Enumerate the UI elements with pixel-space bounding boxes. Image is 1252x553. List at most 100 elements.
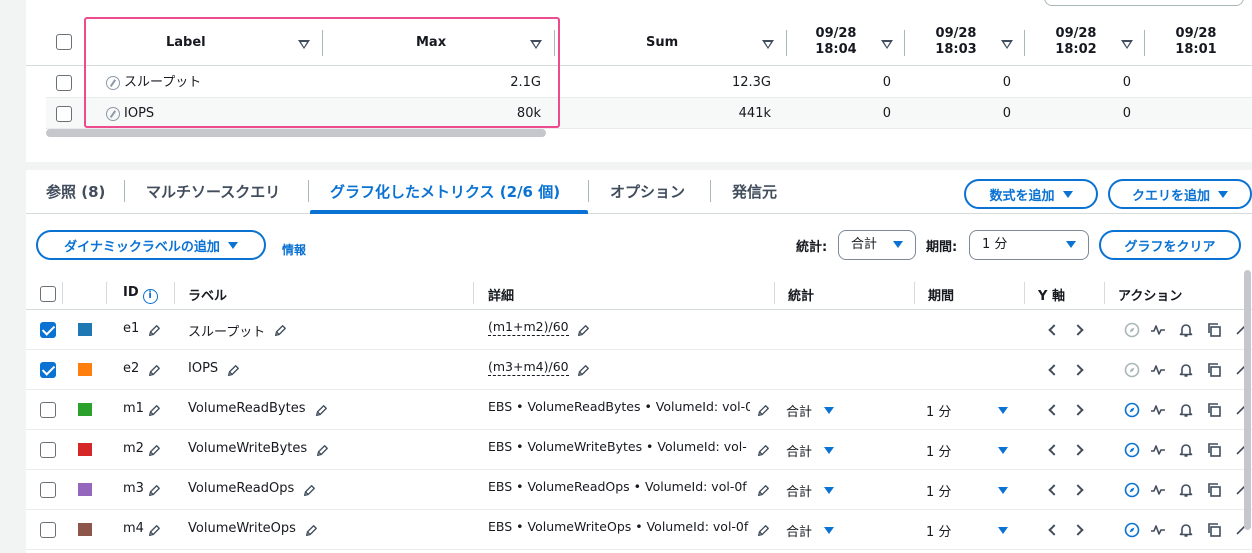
edit-details-icon[interactable] [756,403,770,417]
bell-icon[interactable] [1178,402,1194,418]
metric-period[interactable]: 1 分 [926,481,951,500]
row-checkbox[interactable] [56,75,72,91]
row-checkbox[interactable] [56,106,72,122]
header-date-col-2[interactable]: 09/28 18:03 [926,26,986,58]
edit-label-icon[interactable] [315,443,329,457]
top-button[interactable] [1044,0,1244,6]
sort-date-1-icon[interactable] [881,40,893,49]
stat-select[interactable]: 合計 [838,230,916,260]
edit-details-icon[interactable] [576,323,590,337]
header-date-col-1[interactable]: 09/28 18:04 [806,26,866,58]
edit-id-icon[interactable] [147,483,161,497]
anomaly-detection-icon[interactable] [1150,362,1166,378]
anomaly-detection-icon[interactable] [1150,522,1166,538]
copy-icon[interactable] [1206,442,1222,458]
edit-id-icon[interactable] [147,403,161,417]
metric-details[interactable]: (m3+m4)/60 [488,359,569,376]
column-divider[interactable] [786,30,787,56]
anomaly-detection-icon[interactable] [1150,442,1166,458]
metric-stat[interactable]: 合計 [786,481,812,500]
color-swatch[interactable] [78,483,92,496]
color-swatch[interactable] [78,403,92,416]
color-swatch[interactable] [78,443,92,456]
move-right-axis-icon[interactable] [1072,524,1084,536]
edit-id-icon[interactable] [147,443,161,457]
metric-period[interactable]: 1 分 [926,441,951,460]
copy-icon[interactable] [1206,322,1222,338]
move-left-axis-icon[interactable] [1048,484,1060,496]
copy-icon[interactable] [1206,482,1222,498]
sort-date-3-icon[interactable] [1121,40,1133,49]
edit-label-icon[interactable] [273,323,287,337]
dynamic-label-button[interactable]: ダイナミックラベルの追加 [36,230,266,260]
bell-icon[interactable] [1178,362,1194,378]
edit-id-icon[interactable] [147,323,161,337]
compass-icon[interactable] [1124,362,1140,378]
column-divider[interactable] [904,30,905,56]
compass-icon[interactable] [1124,522,1140,538]
metric-checkbox[interactable] [40,402,56,418]
sort-date-2-icon[interactable] [1001,40,1013,49]
metric-checkbox[interactable] [40,362,56,378]
bell-icon[interactable] [1178,482,1194,498]
add-formula-button[interactable]: 数式を追加 [964,179,1098,209]
period-caret-icon[interactable] [998,447,1008,454]
metric-checkbox[interactable] [40,482,56,498]
move-right-axis-icon[interactable] [1072,324,1084,336]
select-all-metrics-checkbox[interactable] [40,286,56,302]
metric-checkbox[interactable] [40,442,56,458]
vertical-scrollbar[interactable] [1244,270,1251,530]
column-divider[interactable] [1024,30,1025,56]
move-left-axis-icon[interactable] [1048,404,1060,416]
edit-id-icon[interactable] [147,363,161,377]
anomaly-detection-icon[interactable] [1150,322,1166,338]
metric-checkbox[interactable] [40,322,56,338]
info-link[interactable]: 情報 [282,241,306,258]
bell-icon[interactable] [1178,522,1194,538]
period-caret-icon[interactable] [998,487,1008,494]
move-right-axis-icon[interactable] [1072,484,1084,496]
header-date-col-4[interactable]: 09/28 18:01 [1166,26,1226,58]
metric-stat[interactable]: 合計 [786,441,812,460]
select-all-checkbox[interactable] [56,34,72,50]
anomaly-detection-icon[interactable] [1150,402,1166,418]
stat-caret-icon[interactable] [824,447,834,454]
column-divider[interactable] [1144,30,1145,56]
horizontal-scrollbar[interactable] [46,129,546,137]
move-left-axis-icon[interactable] [1048,524,1060,536]
header-sum[interactable]: Sum [646,35,678,50]
move-right-axis-icon[interactable] [1072,364,1084,376]
edit-details-icon[interactable] [756,483,770,497]
period-caret-icon[interactable] [998,407,1008,414]
metric-details[interactable]: (m1+m2)/60 [488,319,569,336]
bell-icon[interactable] [1178,322,1194,338]
metric-checkbox[interactable] [40,522,56,538]
info-icon[interactable]: i [142,289,158,304]
move-left-axis-icon[interactable] [1048,324,1060,336]
sort-sum-icon[interactable] [762,40,774,49]
header-date-col-3[interactable]: 09/28 18:02 [1046,26,1106,58]
compass-icon[interactable] [1124,322,1140,338]
tab-graphed-metrics[interactable]: グラフ化したメトリクス (2/6 個) [330,181,560,202]
stat-caret-icon[interactable] [824,527,834,534]
edit-details-icon[interactable] [576,363,590,377]
color-swatch[interactable] [78,323,92,336]
copy-icon[interactable] [1206,402,1222,418]
bell-icon[interactable] [1178,442,1194,458]
tab-browse[interactable]: 参照 (8) [46,181,105,202]
period-select[interactable]: 1 分 [969,230,1089,260]
metric-period[interactable]: 1 分 [926,401,951,420]
tab-source[interactable]: 発信元 [732,181,777,202]
move-right-axis-icon[interactable] [1072,404,1084,416]
tab-multi-source-query[interactable]: マルチソースクエリ [146,181,280,202]
edit-label-icon[interactable] [314,403,328,417]
move-left-axis-icon[interactable] [1048,444,1060,456]
edit-details-icon[interactable] [756,523,770,537]
color-swatch[interactable] [78,523,92,536]
clear-graph-button[interactable]: グラフをクリア [1099,230,1241,260]
edit-id-icon[interactable] [147,523,161,537]
anomaly-detection-icon[interactable] [1150,482,1166,498]
move-left-axis-icon[interactable] [1048,364,1060,376]
color-swatch[interactable] [78,363,92,376]
copy-icon[interactable] [1206,362,1222,378]
